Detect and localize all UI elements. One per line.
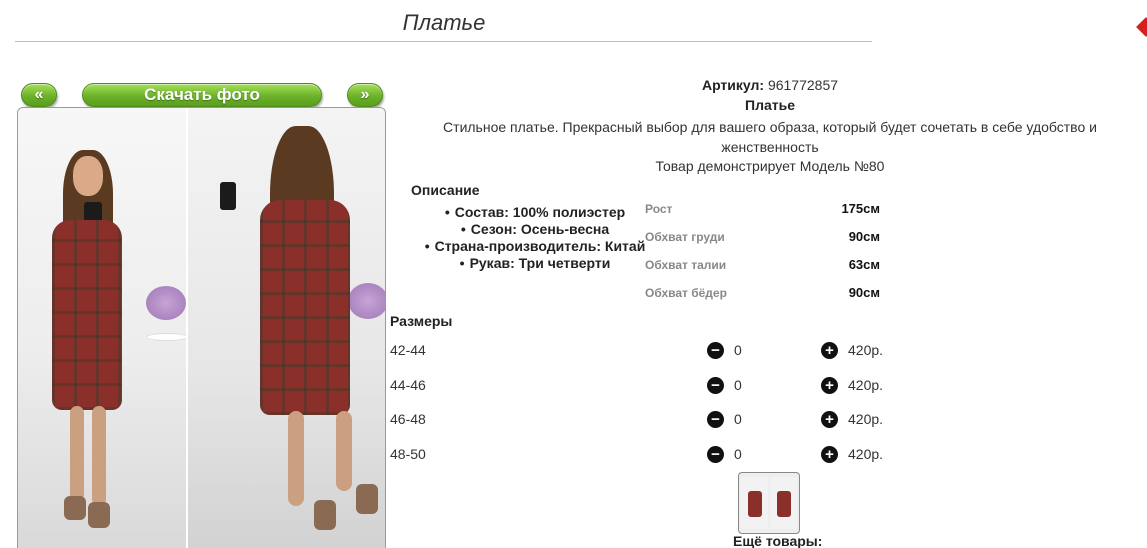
measurement-value: 63см xyxy=(848,257,880,272)
minus-circle-icon[interactable]: − xyxy=(707,342,724,359)
thumbnail-back xyxy=(770,477,797,529)
measurement-label: Обхват груди xyxy=(645,230,725,244)
size-row: 48-50 − 0 + 420р. xyxy=(390,445,890,465)
phone-in-hand xyxy=(220,182,236,210)
product-photo-back xyxy=(188,108,385,548)
minus-circle-icon[interactable]: − xyxy=(707,411,724,428)
product-description: Стильное платье. Прекрасный выбор для ва… xyxy=(443,119,1097,155)
details-item-composition: Состав: 100% полиэстер xyxy=(390,204,680,221)
article-label: Артикул: xyxy=(701,77,765,93)
size-label: 48-50 xyxy=(390,446,426,462)
flowers-decor xyxy=(348,283,385,319)
measurement-value: 175см xyxy=(841,201,880,216)
thumbnail-dress xyxy=(777,491,791,517)
size-row: 42-44 − 0 + 420р. xyxy=(390,341,890,361)
size-row: 44-46 − 0 + 420р. xyxy=(390,376,890,396)
size-row: 46-48 − 0 + 420р. xyxy=(390,410,890,430)
thumbnail-front xyxy=(741,477,768,529)
model-shoe xyxy=(64,496,86,520)
model-note: Товар демонстрирует Модель №80 xyxy=(655,158,885,174)
details-item-sleeve: Рукав: Три четверти xyxy=(390,255,680,272)
details-list: Состав: 100% полиэстер Сезон: Осень-весн… xyxy=(390,204,680,272)
product-name: Платье xyxy=(745,97,795,113)
more-products-title: Ещё товары: xyxy=(733,533,823,548)
flowers-decor xyxy=(146,286,186,320)
size-label: 46-48 xyxy=(390,411,426,427)
minus-circle-icon[interactable]: − xyxy=(707,377,724,394)
size-price: 420р. xyxy=(848,446,884,462)
table-decor xyxy=(146,333,186,341)
thumbnail-dress xyxy=(748,491,762,517)
measurement-value: 90см xyxy=(848,229,880,244)
model-leg xyxy=(288,411,304,506)
model-leg xyxy=(70,406,84,501)
product-photo[interactable] xyxy=(17,107,386,548)
minus-circle-icon[interactable]: − xyxy=(707,446,724,463)
quantity-value: 0 xyxy=(734,342,742,358)
model-shoe xyxy=(356,484,378,514)
page-title: Платье xyxy=(402,10,486,35)
title-divider xyxy=(15,41,872,42)
product-thumbnail[interactable] xyxy=(738,472,800,534)
model-leg xyxy=(92,406,106,506)
model-shoe xyxy=(314,500,336,530)
product-photo-front xyxy=(18,108,186,548)
quantity-value: 0 xyxy=(734,411,742,427)
corner-badge-icon[interactable] xyxy=(1136,17,1147,37)
size-price: 420р. xyxy=(848,342,884,358)
prev-photo-button[interactable]: « xyxy=(21,83,57,107)
size-label: 42-44 xyxy=(390,342,426,358)
measurement-hips: Обхват бёдер 90см xyxy=(645,285,880,306)
model-shoe xyxy=(88,502,110,528)
measurement-waist: Обхват талии 63см xyxy=(645,257,880,278)
details-title: Описание xyxy=(411,182,480,198)
plus-circle-icon[interactable]: + xyxy=(821,342,838,359)
size-label: 44-46 xyxy=(390,377,426,393)
size-price: 420р. xyxy=(848,411,884,427)
measurement-label: Рост xyxy=(645,202,673,216)
measurement-label: Обхват бёдер xyxy=(645,286,727,300)
size-price: 420р. xyxy=(848,377,884,393)
article-line: Артикул: 961772857 xyxy=(400,77,1140,93)
sizes-title: Размеры xyxy=(390,313,453,329)
model-face xyxy=(73,156,103,196)
dress-back xyxy=(260,200,350,415)
measurement-chest: Обхват груди 90см xyxy=(645,229,880,250)
dress-front xyxy=(52,220,122,410)
model-leg xyxy=(336,411,352,491)
details-item-season: Сезон: Осень-весна xyxy=(390,221,680,238)
measurement-label: Обхват талии xyxy=(645,258,727,272)
measurement-height: Рост 175см xyxy=(645,201,880,222)
quantity-value: 0 xyxy=(734,446,742,462)
download-photo-button[interactable]: Скачать фото xyxy=(82,83,322,107)
article-value: 961772857 xyxy=(767,77,839,93)
plus-circle-icon[interactable]: + xyxy=(821,377,838,394)
details-item-country: Страна-производитель: Китай xyxy=(390,238,680,255)
plus-circle-icon[interactable]: + xyxy=(821,411,838,428)
plus-circle-icon[interactable]: + xyxy=(821,446,838,463)
measurement-value: 90см xyxy=(848,285,880,300)
quantity-value: 0 xyxy=(734,377,742,393)
next-photo-button[interactable]: » xyxy=(347,83,383,107)
